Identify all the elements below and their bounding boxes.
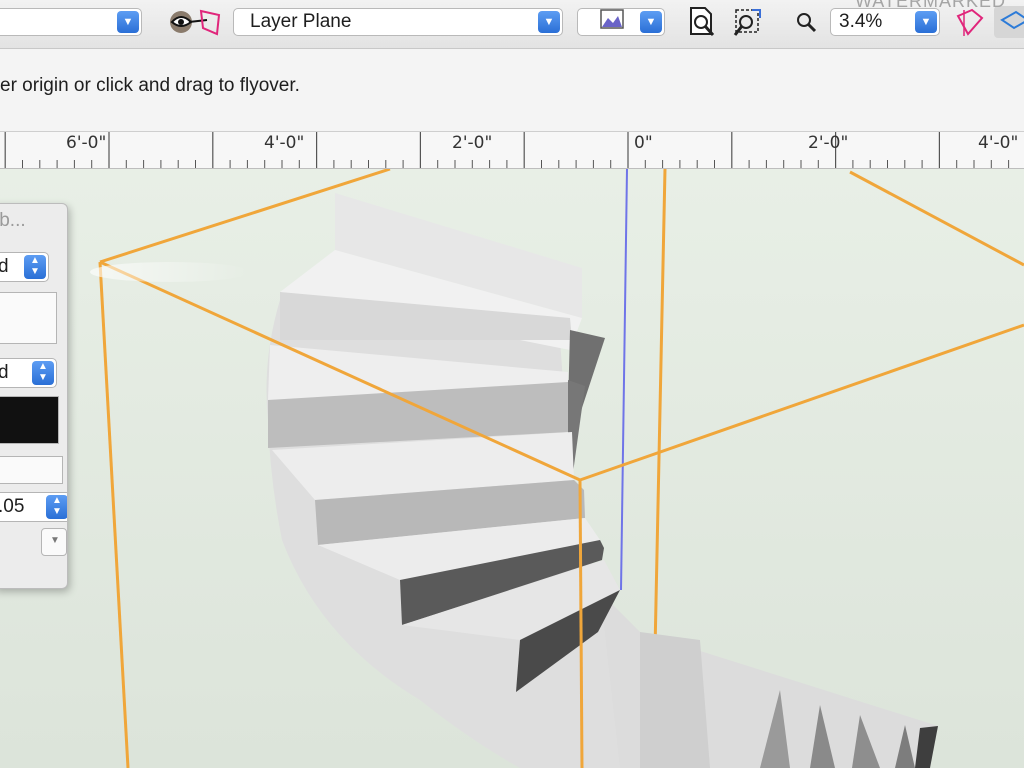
watermark-label: WATERMARKED xyxy=(854,0,1006,11)
horizontal-ruler[interactable]: 6'-0" 4'-0" 2'-0" 0" 2'-0" 4'-0" xyxy=(0,132,1024,169)
palette-popup-2-value: d xyxy=(0,362,9,383)
palette-number-stepper[interactable]: .05 ▲ ▼ xyxy=(0,492,67,522)
palette-title: ib... xyxy=(0,210,26,231)
zoom-level-value: 3.4% xyxy=(839,11,883,32)
chevron-down-icon: ▼ xyxy=(640,11,662,33)
zoom-level-popup[interactable]: 3.4% ▼ xyxy=(830,8,940,36)
ruler-label: 2'-0" xyxy=(452,133,493,153)
ruler-label: 0" xyxy=(634,133,653,153)
stair-treads xyxy=(268,193,620,692)
ruler-label: 4'-0" xyxy=(978,133,1019,153)
toolbar: ▼ Layer Plane ▼ ▼ 3.4% ▼ WATERMARKED xyxy=(0,0,1024,49)
object-info-palette: ib... d ▲▼ d ▲▼ .05 ▲▼ ▼ xyxy=(0,203,68,589)
palette-text-field[interactable] xyxy=(0,292,57,344)
palette-popup-2[interactable]: d ▲▼ xyxy=(0,358,57,388)
chevron-down-icon: ▼ xyxy=(50,535,60,546)
palette-color-swatch[interactable] xyxy=(0,396,59,444)
palette-popup-1-value: d xyxy=(0,256,9,277)
palette-dropdown[interactable]: ▼ xyxy=(41,528,67,556)
render-mode-popup[interactable]: ▼ xyxy=(577,8,665,36)
message-bar: er origin or click and drag to flyover. xyxy=(0,49,1024,132)
layer-plane-label: Layer Plane xyxy=(250,11,352,32)
screen-glare xyxy=(90,262,250,282)
origin-axis-line xyxy=(620,169,628,591)
drawing-canvas[interactable] xyxy=(0,169,1024,768)
palette-empty-field[interactable] xyxy=(0,456,63,484)
spiral-stair-view xyxy=(90,169,1024,768)
chevron-down-icon: ▼ xyxy=(117,11,139,33)
ruler-label: 2'-0" xyxy=(808,133,849,153)
updown-icon: ▲ ▼ xyxy=(46,495,67,519)
ruler-label: 4'-0" xyxy=(264,133,305,153)
layer-plane-eye-icon[interactable] xyxy=(166,6,224,38)
chevron-down-icon: ▼ xyxy=(538,11,560,33)
layer-plane-popup[interactable]: Layer Plane ▼ xyxy=(233,8,563,36)
page-zoom-icon[interactable] xyxy=(686,6,718,38)
render-mode-icon xyxy=(600,9,626,39)
palette-number-value: .05 xyxy=(0,496,25,517)
status-message: er origin or click and drag to flyover. xyxy=(0,75,300,96)
zoom-icon[interactable] xyxy=(790,6,822,38)
chevron-down-icon: ▼ xyxy=(915,11,937,33)
ruler-label: 6'-0" xyxy=(66,133,107,153)
updown-icon: ▲ ▼ xyxy=(32,361,54,385)
fit-to-objects-icon[interactable] xyxy=(732,6,764,38)
palette-popup-1[interactable]: d ▲▼ xyxy=(0,252,49,282)
ruler-ticks xyxy=(4,132,1010,168)
bounding-box-back xyxy=(653,169,1024,651)
class-popup[interactable]: ▼ xyxy=(0,8,142,36)
updown-icon: ▲ ▼ xyxy=(24,255,46,279)
